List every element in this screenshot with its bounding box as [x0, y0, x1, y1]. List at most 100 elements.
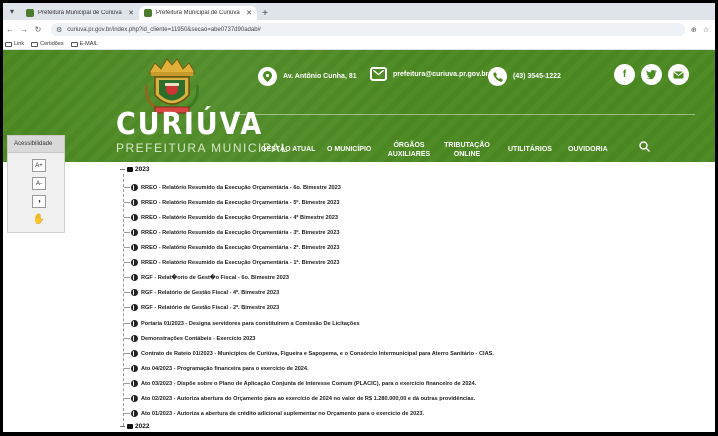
document-link: RREO - Relatório Resumido da Execução Or… — [141, 229, 340, 236]
folder-icon — [31, 41, 39, 47]
globe-link-icon — [131, 350, 138, 357]
folder-icon — [5, 41, 12, 47]
nav-label: OUVIDORIA — [568, 146, 608, 153]
tab-search-chevron-icon[interactable]: ▾ — [3, 3, 21, 20]
document-link: RREO - Relatório Resumido da Execução Or… — [141, 259, 340, 266]
tree-guide-line — [123, 174, 124, 426]
twitter-icon[interactable] — [641, 64, 662, 85]
tree-document-item[interactable]: RREO - Relatório Resumido da Execução Or… — [124, 184, 341, 191]
tree-document-item[interactable]: Ato 01/2023 - Autoriza a abertura de cré… — [124, 410, 424, 417]
accessibility-panel: Acessibilidade A+ A- ◑ ✋ — [7, 135, 65, 233]
browser-tab[interactable]: Prefeitura Municipal de Curiúva ✕ — [21, 6, 139, 20]
bookmark-star-icon[interactable]: ☆ — [703, 26, 709, 34]
bookmark-item[interactable]: Link — [5, 41, 24, 47]
email-contact[interactable]: prefeitura@curiuva.pr.gov.br — [370, 67, 488, 81]
tree-document-item[interactable]: RREO - Relatório Resumido da Execução Or… — [124, 244, 340, 251]
search-icon[interactable] — [639, 141, 651, 154]
tree-document-item[interactable]: Contrato de Rateio 01/2023 - Municípios … — [124, 350, 494, 357]
tree-connector — [120, 426, 125, 427]
document-link: RGF - Relatório de Gestão Fiscal - 2º. B… — [141, 304, 280, 311]
tree-connector — [124, 338, 130, 339]
tree-document-item[interactable]: RREO - Relatório Resumido da Execução Or… — [124, 199, 340, 206]
globe-link-icon — [131, 289, 138, 296]
header-divider — [233, 114, 695, 115]
address-text: Av. Antônio Cunha, 81 — [283, 73, 357, 80]
document-link: RREO - Relatório Resumido da Execução Or… — [141, 199, 340, 206]
nav-orgaos-auxiliares[interactable]: ÓRGÃOS AUXILIARES — [387, 141, 431, 159]
bookmark-item[interactable]: Certidões — [31, 41, 64, 47]
document-link: Ato 02/2023 - Autoriza abertura do Orçam… — [141, 395, 476, 402]
tree-connector — [124, 398, 130, 399]
globe-link-icon — [131, 320, 138, 327]
tree-connector — [124, 247, 130, 248]
globe-link-icon — [131, 274, 138, 281]
tree-folder-2023[interactable]: 2023 — [120, 166, 149, 173]
site-info-icon[interactable]: ⚙ — [56, 26, 62, 34]
nav-o-municipio[interactable]: O MUNICÍPIO — [327, 145, 371, 154]
forward-arrow-icon[interactable]: → — [17, 23, 31, 37]
tab-close-icon[interactable]: ✕ — [246, 9, 252, 17]
tree-document-item[interactable]: RREO - Relatório Resumido da Execução Or… — [124, 214, 338, 221]
tree-document-item[interactable]: Demonstrações Contábeis - Exercício 2023 — [124, 335, 255, 342]
facebook-icon[interactable]: f — [614, 64, 635, 85]
back-arrow-icon[interactable]: ← — [3, 23, 17, 37]
tree-document-item[interactable]: Ato 03/2023 - Dispõe sobre o Plano de Ap… — [124, 380, 476, 387]
globe-link-icon — [131, 259, 138, 266]
phone-contact[interactable]: (43) 3545-1222 — [488, 67, 561, 86]
tree-connector — [120, 169, 125, 170]
document-link: Ato 01/2023 - Autoriza a abertura de cré… — [141, 410, 424, 417]
tree-connector — [124, 383, 130, 384]
nav-gestao-atual[interactable]: GESTÃO ATUAL — [261, 145, 315, 154]
map-pin-icon — [258, 67, 277, 86]
phone-icon — [488, 67, 507, 86]
main-content: Acessibilidade A+ A- ◑ ✋ 2023 RREO - Rel… — [3, 135, 715, 432]
zoom-icon[interactable]: ⊕ — [691, 26, 697, 34]
nav-utilitarios[interactable]: UTILITÁRIOS — [508, 145, 552, 154]
tree-document-item[interactable]: RGF - Relatório de Gestão Fiscal - 4º. B… — [124, 289, 279, 296]
bookmark-label: Link — [14, 41, 25, 47]
address-bar[interactable]: ⚙ curiuva.pr.gov.br/index.php?id_cliente… — [51, 23, 685, 36]
tree-connector — [124, 292, 130, 293]
tree-document-item[interactable]: RREO - Relatório Resumido da Execução Or… — [124, 259, 340, 266]
tree-folder-2022[interactable]: 2022 — [120, 423, 149, 430]
folder-icon — [127, 167, 133, 172]
bookmark-label: Certidões — [40, 41, 64, 47]
folder-label: 2023 — [135, 166, 150, 173]
globe-link-icon — [131, 380, 138, 387]
tree-connector — [124, 232, 130, 233]
tab-title: Prefeitura Municipal de Curiúva — [38, 10, 122, 16]
sign-language-hand-icon[interactable]: ✋ — [32, 213, 46, 226]
tab-close-icon[interactable]: ✕ — [128, 9, 134, 17]
reload-icon[interactable]: ↻ — [31, 23, 45, 37]
browser-tab-active[interactable]: Prefeitura Municipal de Curiúva ✕ — [139, 6, 257, 20]
contrast-toggle-icon[interactable]: ◑ — [32, 195, 46, 208]
increase-font-button[interactable]: A+ — [32, 159, 46, 172]
tree-document-item[interactable]: Ato 02/2023 - Autoriza abertura do Orçam… — [124, 395, 475, 402]
tree-document-item[interactable]: RGF - Relatório de Gestão Fiscal - 2º. B… — [124, 304, 279, 311]
new-tab-button[interactable]: + — [257, 6, 273, 20]
coat-of-arms-logo[interactable] — [145, 55, 199, 115]
globe-link-icon — [131, 365, 138, 372]
globe-link-icon — [131, 184, 138, 191]
brand-name: CURIÚVA — [116, 107, 264, 142]
mail-icon[interactable] — [668, 64, 689, 85]
address-bar-url: curiuva.pr.gov.br/index.php?id_cliente=1… — [67, 26, 261, 33]
tree-document-item[interactable]: RREO - Relatório Resumido da Execução Or… — [124, 229, 340, 236]
document-link: Demonstrações Contábeis - Exercício 2023 — [141, 335, 256, 342]
nav-ouvidoria[interactable]: OUVIDORIA — [568, 145, 608, 154]
globe-link-icon — [131, 244, 138, 251]
folder-icon — [70, 41, 78, 47]
tree-document-item[interactable]: RGF - Relat�orio de Gest�o Fiscal - 6o. … — [124, 274, 289, 281]
bookmark-label: E-MAIL — [79, 41, 98, 47]
tab-title: Prefeitura Municipal de Curiúva — [156, 10, 240, 16]
address-contact[interactable]: Av. Antônio Cunha, 81 — [258, 67, 357, 86]
bookmark-item[interactable]: E-MAIL — [70, 41, 98, 47]
document-link: Ato 04/2023 - Programação financeira par… — [141, 365, 309, 372]
site-favicon-icon — [26, 9, 34, 17]
site-header: CURIÚVA PREFEITURA MUNICIPAL Av. Antônio… — [3, 50, 715, 162]
decrease-font-button[interactable]: A- — [32, 177, 46, 190]
tree-document-item[interactable]: Ato 04/2023 - Programação financeira par… — [124, 365, 309, 372]
nav-tributacao-online[interactable]: TRIBUTAÇÃO ONLINE — [442, 141, 492, 159]
tree-document-item[interactable]: Portaria 01/2023 - Designa servidores pa… — [124, 320, 360, 327]
document-link: RREO - Relatório Resumido da Execução Or… — [141, 244, 340, 251]
